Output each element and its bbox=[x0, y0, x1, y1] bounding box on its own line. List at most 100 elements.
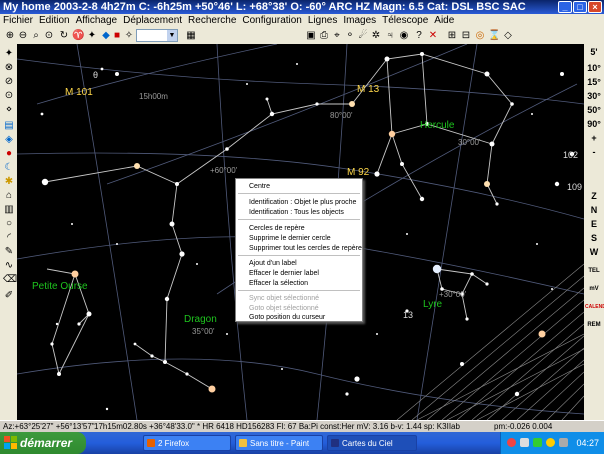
pen-icon[interactable]: ✎ bbox=[3, 246, 15, 258]
ecliptic-icon[interactable]: ✦ bbox=[86, 30, 98, 42]
menu-deplacement[interactable]: Déplacement bbox=[120, 14, 185, 28]
eraser-icon[interactable]: ⌫ bbox=[3, 274, 17, 286]
menu-item-delete-last-circle[interactable]: Supprime le dernier cercle bbox=[249, 234, 331, 243]
satellite-icon[interactable]: ⚬ bbox=[344, 30, 356, 42]
menu-item-identify-all[interactable]: Identification : Tous les objects bbox=[249, 208, 344, 217]
save-icon[interactable]: ▣ bbox=[305, 30, 317, 42]
zenith-button[interactable]: Z bbox=[585, 191, 603, 202]
menu-fichier[interactable]: Fichier bbox=[0, 14, 36, 28]
menu-item-delete-last-label[interactable]: Effacer le dernier label bbox=[249, 269, 319, 278]
menu-item-reference-circles[interactable]: Cercles de repère bbox=[249, 224, 305, 233]
menu-item-identify-nearest[interactable]: Identification : Objet le plus proche bbox=[249, 198, 356, 207]
ground-icon[interactable]: ▥ bbox=[3, 204, 15, 216]
fov-10-button[interactable]: 10° bbox=[585, 63, 603, 74]
volume-icon[interactable] bbox=[559, 438, 568, 447]
menu-item-goto-cursor[interactable]: Goto position du curseur bbox=[249, 313, 325, 322]
tel-button[interactable]: TEL bbox=[585, 266, 603, 277]
menu-affichage[interactable]: Affichage bbox=[73, 14, 121, 28]
eye-icon[interactable]: ◉ bbox=[398, 30, 410, 42]
menu-lignes[interactable]: Lignes bbox=[305, 14, 340, 28]
planet-icon[interactable]: ♃ bbox=[384, 30, 396, 42]
tray-icon[interactable] bbox=[546, 438, 555, 447]
select-icon[interactable]: ■ bbox=[111, 30, 123, 42]
target-icon[interactable]: ◎ bbox=[474, 30, 486, 42]
planet-filter-icon[interactable]: ● bbox=[3, 148, 15, 160]
rotate-icon[interactable]: ↻ bbox=[58, 30, 70, 42]
grid-a-icon[interactable]: ⊞ bbox=[446, 30, 458, 42]
zoom-minus-button[interactable]: - bbox=[585, 147, 603, 158]
menu-recherche[interactable]: Recherche bbox=[185, 14, 239, 28]
menu-item-delete-all-circles[interactable]: Supprimer tout les cercles de repère bbox=[249, 244, 362, 253]
comet-icon[interactable]: ☄ bbox=[357, 30, 369, 42]
help-icon[interactable]: ? bbox=[413, 30, 425, 42]
grid-label-30: 30°00' bbox=[458, 138, 481, 147]
lines-icon[interactable]: ⊘ bbox=[3, 76, 15, 88]
tray-icon[interactable] bbox=[507, 438, 516, 447]
close-icon[interactable]: ✕ bbox=[427, 30, 439, 42]
galaxy-filter-icon[interactable]: ▦ bbox=[185, 30, 197, 42]
star-filter-icon[interactable]: ✧ bbox=[123, 30, 135, 42]
chevron-down-icon[interactable]: ▼ bbox=[167, 30, 177, 41]
sky-label-petite-ourse: Petite Ourse bbox=[32, 281, 88, 292]
menu-configuration[interactable]: Configuration bbox=[239, 14, 304, 28]
zoom-out-icon[interactable]: ⊖ bbox=[17, 30, 29, 42]
constellation-icon[interactable]: ⋄ bbox=[3, 104, 15, 116]
menu-edition[interactable]: Edition bbox=[36, 14, 73, 28]
task-paint[interactable]: Sans titre - Paint bbox=[235, 435, 323, 451]
catalog-icon[interactable]: ◈ bbox=[3, 134, 15, 146]
mv-button[interactable]: mV bbox=[585, 284, 603, 295]
zoom-in-icon[interactable]: ⊕ bbox=[4, 30, 16, 42]
stars-icon[interactable]: ✦ bbox=[3, 48, 15, 60]
grid-icon[interactable]: ⊙ bbox=[3, 90, 15, 102]
task-firefox[interactable]: 2 Firefox bbox=[143, 435, 231, 451]
south-button[interactable]: S bbox=[585, 233, 603, 244]
bulb-icon[interactable]: ✱ bbox=[3, 176, 15, 188]
moon-icon[interactable]: ☾ bbox=[3, 162, 15, 174]
start-button[interactable]: démarrer bbox=[0, 432, 86, 454]
calendar-button[interactable]: CALENDAR bbox=[585, 302, 604, 313]
fov-50-button[interactable]: 50° bbox=[585, 105, 603, 116]
zoom-fit-icon[interactable]: ⊙ bbox=[43, 30, 55, 42]
diamond-icon[interactable]: ◇ bbox=[502, 30, 514, 42]
menu-telescope[interactable]: Télescope bbox=[379, 14, 431, 28]
nebula-icon[interactable]: ⊗ bbox=[3, 62, 15, 74]
menu-item-add-label[interactable]: Ajout d'un label bbox=[249, 259, 297, 268]
curve-icon[interactable]: ∿ bbox=[3, 260, 15, 272]
sky-label-m92: M 92 bbox=[347, 167, 370, 178]
magnitude-select[interactable]: ▼ bbox=[136, 29, 178, 42]
zoom-plus-button[interactable]: + bbox=[585, 133, 603, 144]
arc-icon[interactable]: ◜ bbox=[3, 232, 15, 244]
west-button[interactable]: W bbox=[585, 247, 603, 258]
flip-icon[interactable]: ♈ bbox=[72, 30, 84, 42]
minimize-button[interactable]: _ bbox=[558, 1, 572, 13]
telescope-icon[interactable]: ⌖ bbox=[331, 30, 343, 42]
right-toolbar: 5' 10° 15° 30° 50° 90° + - Z N E S W TEL… bbox=[584, 44, 604, 420]
print-icon[interactable]: ⎙ bbox=[318, 30, 330, 42]
menu-aide[interactable]: Aide bbox=[431, 14, 457, 28]
brush-icon[interactable]: ✐ bbox=[3, 290, 15, 302]
rem-button[interactable]: REM bbox=[585, 320, 603, 331]
close-window-button[interactable]: × bbox=[588, 1, 602, 13]
menu-item-centre[interactable]: Centre bbox=[249, 182, 270, 191]
menu-item-goto-selected: Goto objet sélectionné bbox=[249, 305, 319, 312]
fov-5-button[interactable]: 5' bbox=[585, 47, 603, 58]
grid-label-80: 80°00' bbox=[330, 111, 353, 120]
circle-icon[interactable]: ○ bbox=[3, 218, 15, 230]
task-cartes-du-ciel[interactable]: Cartes du Ciel bbox=[327, 435, 417, 451]
hourglass-icon[interactable]: ⌛ bbox=[488, 30, 500, 42]
fov-15-button[interactable]: 15° bbox=[585, 77, 603, 88]
horizon-icon[interactable]: ⌂ bbox=[3, 190, 15, 202]
asteroid-icon[interactable]: ✲ bbox=[370, 30, 382, 42]
menu-images[interactable]: Images bbox=[340, 14, 379, 28]
grid-b-icon[interactable]: ⊟ bbox=[460, 30, 472, 42]
fov-30-button[interactable]: 30° bbox=[585, 91, 603, 102]
fov-90-button[interactable]: 90° bbox=[585, 119, 603, 130]
east-button[interactable]: E bbox=[585, 219, 603, 230]
menu-item-clear-selection[interactable]: Effacer la sélection bbox=[249, 279, 308, 288]
zoom-window-icon[interactable]: ⌕ bbox=[30, 30, 42, 42]
north-button[interactable]: N bbox=[585, 205, 603, 216]
tray-icon[interactable] bbox=[520, 438, 529, 447]
dss-icon[interactable]: ▤ bbox=[3, 120, 15, 132]
maximize-button[interactable]: □ bbox=[573, 1, 587, 13]
tray-icon[interactable] bbox=[533, 438, 542, 447]
